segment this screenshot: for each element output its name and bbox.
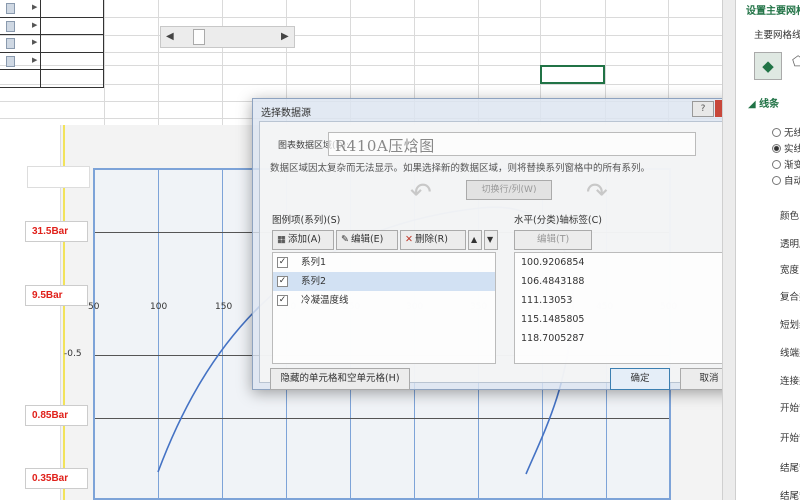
- scroll-thumb[interactable]: [193, 29, 205, 45]
- format-gridlines-pane: 设置主要网格线格式 主要网格线选项 ◆ ⬠ ◢ 线条 无线条 实线 渐变线 自动…: [736, 0, 800, 500]
- pressure-label[interactable]: 0.35Bar: [25, 468, 88, 489]
- dialog-title: 选择数据源: [261, 108, 311, 119]
- radio-gradient-line[interactable]: 渐变线: [772, 157, 800, 171]
- radio-icon[interactable]: [772, 176, 781, 185]
- series-label: 系列1: [301, 257, 327, 268]
- pressure-label[interactable]: 31.5Bar: [25, 221, 88, 242]
- delete-series-button[interactable]: ✕ 删除(R): [400, 230, 466, 250]
- paint-bucket-icon[interactable]: ◆: [754, 52, 782, 80]
- pane-subtitle: 主要网格线选项: [754, 30, 800, 41]
- blank-label-box: [27, 166, 90, 188]
- add-series-button[interactable]: ▦ 添加(A): [272, 230, 334, 250]
- list-item[interactable]: 106.4843188: [515, 272, 737, 291]
- pentagon-icon[interactable]: ⬠: [792, 54, 800, 78]
- data-range-input[interactable]: R410A压焓图: [328, 132, 696, 156]
- radio-automatic[interactable]: 自动: [772, 173, 800, 187]
- pressure-label[interactable]: 9.5Bar: [25, 285, 88, 306]
- radio-icon[interactable]: [772, 144, 781, 153]
- add-icon: ▦: [277, 234, 286, 245]
- series-section-label: 图例项(系列)(S): [272, 215, 341, 226]
- pane-title: 设置主要网格线格式: [746, 6, 800, 17]
- series-checkbox[interactable]: ✓: [277, 257, 288, 268]
- scroll-right-icon[interactable]: ▶: [281, 31, 289, 42]
- prop-transparency[interactable]: 透明度: [780, 236, 800, 250]
- radio-no-line[interactable]: 无线条: [772, 125, 800, 139]
- data-table-fragment: ▶ ▶ ▶ ▶: [0, 0, 104, 88]
- radio-icon[interactable]: [772, 128, 781, 137]
- select-data-source-dialog[interactable]: 选择数据源 ? ✕ 图表数据区域(D): R410A压焓图 ⇧ 数据区域因太复杂…: [252, 98, 742, 390]
- prop-color[interactable]: 颜色: [780, 208, 799, 222]
- list-item[interactable]: ✓ 系列1: [273, 253, 495, 272]
- switch-row-column-button[interactable]: 切换行/列(W): [466, 180, 552, 200]
- line-section-header[interactable]: ◢ 线条: [748, 95, 779, 110]
- prop-cap-type[interactable]: 线端类型: [780, 345, 800, 359]
- prop-end-arrow-size[interactable]: 结尾箭头粗细: [780, 488, 800, 500]
- prop-join-type[interactable]: 连接类型: [780, 373, 800, 387]
- list-item[interactable]: 100.9206854: [515, 253, 737, 272]
- prop-begin-arrow-size[interactable]: 开始箭头粗细: [780, 430, 800, 444]
- x-tick-label: 100: [150, 302, 168, 312]
- ok-button[interactable]: 确定: [610, 368, 670, 390]
- move-up-button[interactable]: ▲: [468, 230, 482, 250]
- hidden-empty-cells-button[interactable]: 隐藏的单元格和空单元格(H): [270, 368, 410, 390]
- prop-compound-type[interactable]: 复合类型: [780, 289, 800, 303]
- line-section-label: 线条: [759, 99, 780, 110]
- radio-label: 无线条: [784, 128, 800, 139]
- dropdown-arrow-icon[interactable]: ▶: [32, 3, 37, 11]
- file-icon: [6, 38, 15, 49]
- data-range-value: R410A压焓图: [335, 137, 435, 155]
- radio-label: 自动: [784, 176, 800, 187]
- list-item[interactable]: 115.1485805: [515, 310, 737, 329]
- pane-splitter[interactable]: [722, 0, 736, 500]
- prop-dash-type[interactable]: 短划线类型: [780, 317, 800, 331]
- move-down-button[interactable]: ▼: [484, 230, 498, 250]
- prop-begin-arrow-type[interactable]: 开始箭头类型: [780, 400, 800, 414]
- series-label: 系列2: [301, 276, 327, 287]
- category-section-label: 水平(分类)轴标签(C): [514, 215, 602, 226]
- list-item[interactable]: ✓ 冷凝温度线: [273, 291, 495, 310]
- list-item[interactable]: 118.7005287: [515, 329, 737, 348]
- dropdown-arrow-icon[interactable]: ▶: [32, 38, 37, 46]
- file-icon: [6, 55, 15, 67]
- series-checkbox[interactable]: ✓: [277, 276, 288, 287]
- series-checkbox[interactable]: ✓: [277, 295, 288, 306]
- delete-icon: ✕: [405, 234, 413, 245]
- radio-solid-line[interactable]: 实线: [772, 141, 800, 155]
- edit-series-label: 编辑(E): [350, 234, 384, 245]
- radio-label: 实线: [784, 144, 800, 155]
- radio-label: 渐变线: [784, 160, 800, 171]
- selected-cell[interactable]: [540, 65, 605, 84]
- horizontal-scrollbar-control[interactable]: ◀ ▶: [160, 26, 295, 48]
- prop-width[interactable]: 宽度: [780, 262, 799, 276]
- y-tick-label: -0.5: [64, 349, 82, 359]
- file-icon: [6, 20, 15, 32]
- x-tick-label: 50: [88, 302, 100, 312]
- scroll-left-icon[interactable]: ◀: [166, 31, 174, 42]
- delete-series-label: 删除(R): [414, 234, 448, 245]
- add-series-label: 添加(A): [287, 234, 321, 245]
- category-list[interactable]: 100.9206854 106.4843188 111.13053 115.14…: [514, 252, 738, 364]
- series-label: 冷凝温度线: [301, 295, 349, 306]
- edit-series-button[interactable]: ✎ 编辑(E): [336, 230, 398, 250]
- list-item[interactable]: ✓ 系列2: [273, 272, 495, 291]
- prop-end-arrow-type[interactable]: 结尾箭头类型: [780, 460, 800, 474]
- list-item[interactable]: 111.13053: [515, 291, 737, 310]
- file-icon: [6, 3, 15, 14]
- help-button[interactable]: ?: [692, 101, 714, 117]
- range-warning-text: 数据区域因太复杂而无法显示。如果选择新的数据区域，则将替换系列窗格中的所有系列。: [270, 163, 651, 174]
- series-list[interactable]: ✓ 系列1 ✓ 系列2 ✓ 冷凝温度线: [272, 252, 496, 364]
- dropdown-arrow-icon[interactable]: ▶: [32, 56, 37, 64]
- dropdown-arrow-icon[interactable]: ▶: [32, 21, 37, 29]
- x-tick-label: 150: [215, 302, 233, 312]
- dialog-body: 图表数据区域(D): R410A压焓图 ⇧ 数据区域因太复杂而无法显示。如果选择…: [259, 121, 738, 390]
- radio-icon[interactable]: [772, 160, 781, 169]
- edit-icon: ✎: [341, 234, 349, 245]
- edit-category-button[interactable]: 编辑(T): [514, 230, 592, 250]
- pressure-label[interactable]: 0.85Bar: [25, 405, 88, 426]
